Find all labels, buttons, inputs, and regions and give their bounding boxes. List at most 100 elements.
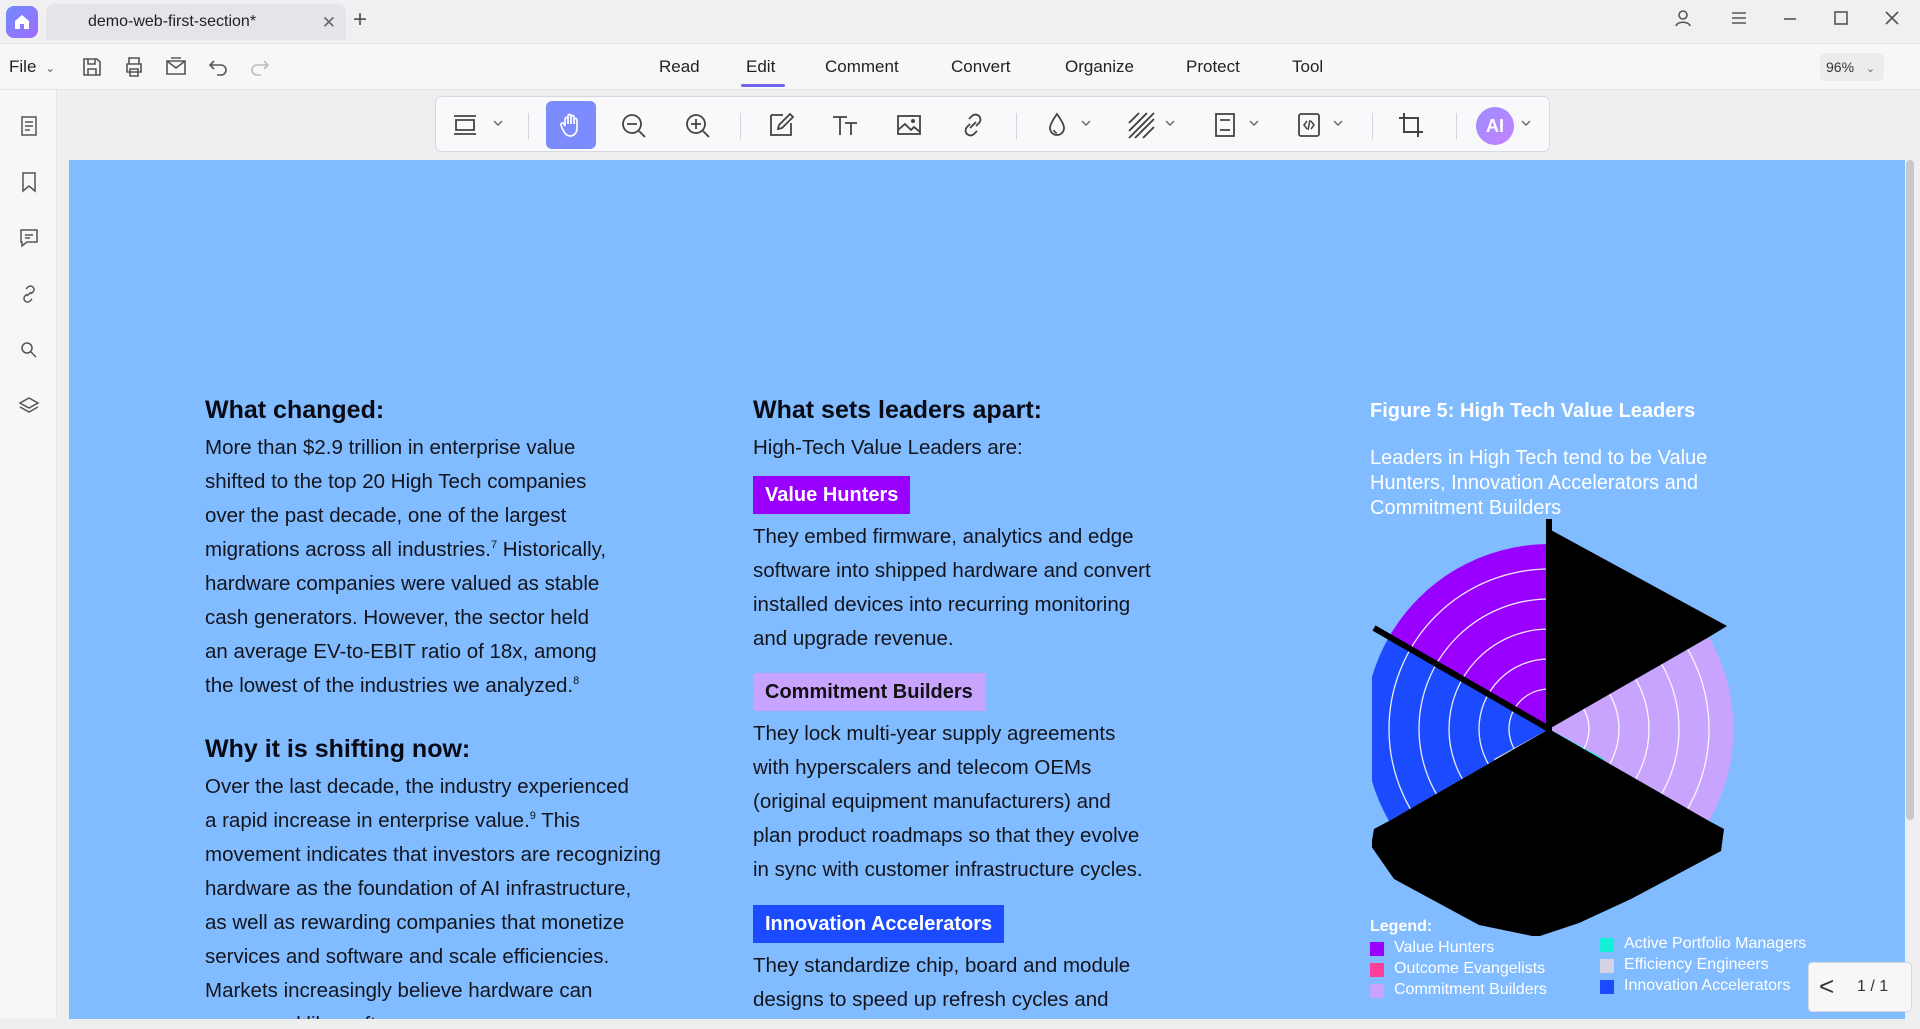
chevron-down-icon[interactable] (1520, 117, 1532, 129)
legend-title: Legend: (1370, 918, 1433, 935)
tab-read[interactable]: Read (659, 57, 700, 77)
file-menu[interactable]: File ⌄ (9, 57, 55, 77)
text-layout-icon[interactable] (450, 110, 480, 140)
chevron-down-icon[interactable] (1332, 117, 1344, 129)
maximize-icon[interactable] (1826, 8, 1856, 33)
paragraph-value-hunters: They embed firmware, analytics and edge … (753, 520, 1151, 656)
text-line: hardware companies were valued as stable (205, 572, 600, 595)
home-button[interactable] (6, 6, 38, 38)
footnote-ref: 8 (573, 675, 580, 688)
hand-tool-button[interactable] (546, 101, 596, 149)
tab-edit[interactable]: Edit (746, 57, 775, 77)
text-line-part: migrations across all industries. (205, 538, 491, 561)
print-icon[interactable] (122, 55, 146, 79)
chevron-down-icon: ⌄ (1865, 63, 1876, 75)
page-navigator: < 1 / 1 (1808, 962, 1912, 1012)
previous-page-button[interactable]: < (1819, 971, 1834, 1002)
file-menu-label: File (9, 57, 37, 76)
comment-icon[interactable] (17, 226, 41, 250)
chevron-down-icon[interactable] (492, 117, 504, 129)
paragraph-commitment-builders: They lock multi-year supply agreements w… (753, 717, 1143, 887)
legend-swatch (1370, 942, 1384, 956)
bookmark-icon[interactable] (17, 170, 41, 194)
status-bar (0, 1019, 1920, 1029)
close-icon[interactable] (1877, 8, 1907, 33)
zoom-out-icon[interactable] (618, 110, 648, 140)
tag-commitment-builders: Commitment Builders (753, 673, 985, 711)
text-line: an average EV-to-EBIT ratio of 18x, amon… (205, 640, 597, 663)
text-line: migrations across all industries.7 Histo… (205, 533, 606, 567)
search-icon[interactable] (17, 338, 41, 362)
zoom-in-icon[interactable] (682, 110, 712, 140)
text-line: with hyperscalers and telecom OEMs (753, 756, 1092, 779)
text-line: designs to speed up refresh cycles and (753, 988, 1109, 1011)
save-icon[interactable] (80, 55, 104, 79)
image-icon[interactable] (894, 110, 924, 140)
chevron-down-icon[interactable] (1080, 117, 1092, 129)
active-tab-indicator (741, 84, 785, 87)
heading-leaders-apart: What sets leaders apart: (753, 396, 1042, 424)
pages-icon[interactable] (17, 114, 41, 138)
watermark-icon[interactable] (1042, 110, 1072, 140)
layers-icon[interactable] (17, 394, 41, 418)
tab-tool[interactable]: Tool (1292, 57, 1323, 77)
legend-label: Efficiency Engineers (1624, 956, 1769, 973)
tab-comment[interactable]: Comment (825, 57, 899, 77)
ai-assistant-button[interactable]: AI (1476, 107, 1514, 145)
add-text-icon[interactable] (830, 110, 860, 140)
link-icon[interactable] (958, 110, 988, 140)
email-icon[interactable] (164, 55, 188, 79)
text-line: plan product roadmaps so that they evolv… (753, 824, 1140, 847)
edit-text-icon[interactable] (766, 110, 796, 140)
page-indicator: 1 / 1 (1857, 978, 1889, 995)
document-tab[interactable]: demo-web-first-section* ✕ (46, 4, 346, 40)
bates-number-icon[interactable] (1294, 110, 1324, 140)
new-tab-button[interactable]: + (353, 6, 367, 34)
toolbar-divider (528, 113, 529, 139)
chevron-down-icon[interactable] (1164, 117, 1176, 129)
crop-icon[interactable] (1396, 110, 1426, 140)
chevron-down-icon[interactable] (1248, 117, 1260, 129)
tab-close-button[interactable]: ✕ (322, 13, 336, 33)
document-page: What changed: More than $2.9 trillion in… (69, 160, 1905, 1029)
hand-icon (560, 113, 578, 137)
vertical-scrollbar[interactable] (1906, 160, 1914, 820)
header-footer-icon[interactable] (1210, 110, 1240, 140)
heading-why-shifting: Why it is shifting now: (205, 735, 471, 763)
tag-value-hunters: Value Hunters (753, 476, 911, 514)
text-line: a rapid increase in enterprise value.9 T… (205, 804, 661, 838)
zoom-value: 96% (1826, 59, 1855, 75)
text-line-part: the lowest of the industries we analyzed… (205, 674, 574, 697)
heading-what-changed: What changed: (205, 396, 385, 424)
radial-figure (1372, 519, 1734, 936)
account-icon[interactable] (1668, 8, 1698, 33)
toolbar-divider (1372, 113, 1373, 139)
text-line: movement indicates that investors are re… (205, 843, 661, 866)
text-line: over the past decade, one of the largest (205, 504, 567, 527)
link-icon[interactable] (17, 282, 41, 306)
tab-convert[interactable]: Convert (951, 57, 1011, 77)
legend-swatch (1600, 938, 1614, 952)
text-line: software into shipped hardware and conve… (753, 559, 1151, 582)
home-icon (15, 15, 29, 29)
text-line: and upgrade revenue. (753, 627, 954, 650)
tab-protect[interactable]: Protect (1186, 57, 1240, 77)
text-line-part: Historically, (497, 538, 607, 561)
text-line: in sync with customer infrastructure cyc… (753, 858, 1143, 881)
text-line: (original equipment manufacturers) and (753, 790, 1111, 813)
intro-text: High-Tech Value Leaders are: (753, 436, 1023, 459)
undo-icon[interactable] (206, 55, 230, 79)
figure-title: Figure 5: High Tech Value Leaders (1370, 400, 1696, 422)
minimize-icon[interactable] (1775, 8, 1805, 33)
text-line-part: a rapid increase in enterprise value. (205, 809, 530, 832)
text-line: shifted to the top 20 High Tech companie… (205, 470, 587, 493)
toolbar-divider (1016, 113, 1017, 139)
text-line: They lock multi-year supply agreements (753, 722, 1116, 745)
legend-label: Outcome Evangelists (1394, 960, 1546, 977)
background-icon[interactable] (1126, 110, 1156, 140)
tab-organize[interactable]: Organize (1065, 57, 1134, 77)
zoom-select[interactable]: 96% ⌄ (1820, 53, 1884, 81)
menu-icon[interactable] (1724, 8, 1754, 33)
edit-toolbar: AI (435, 96, 1550, 152)
legend-swatch (1370, 984, 1384, 998)
